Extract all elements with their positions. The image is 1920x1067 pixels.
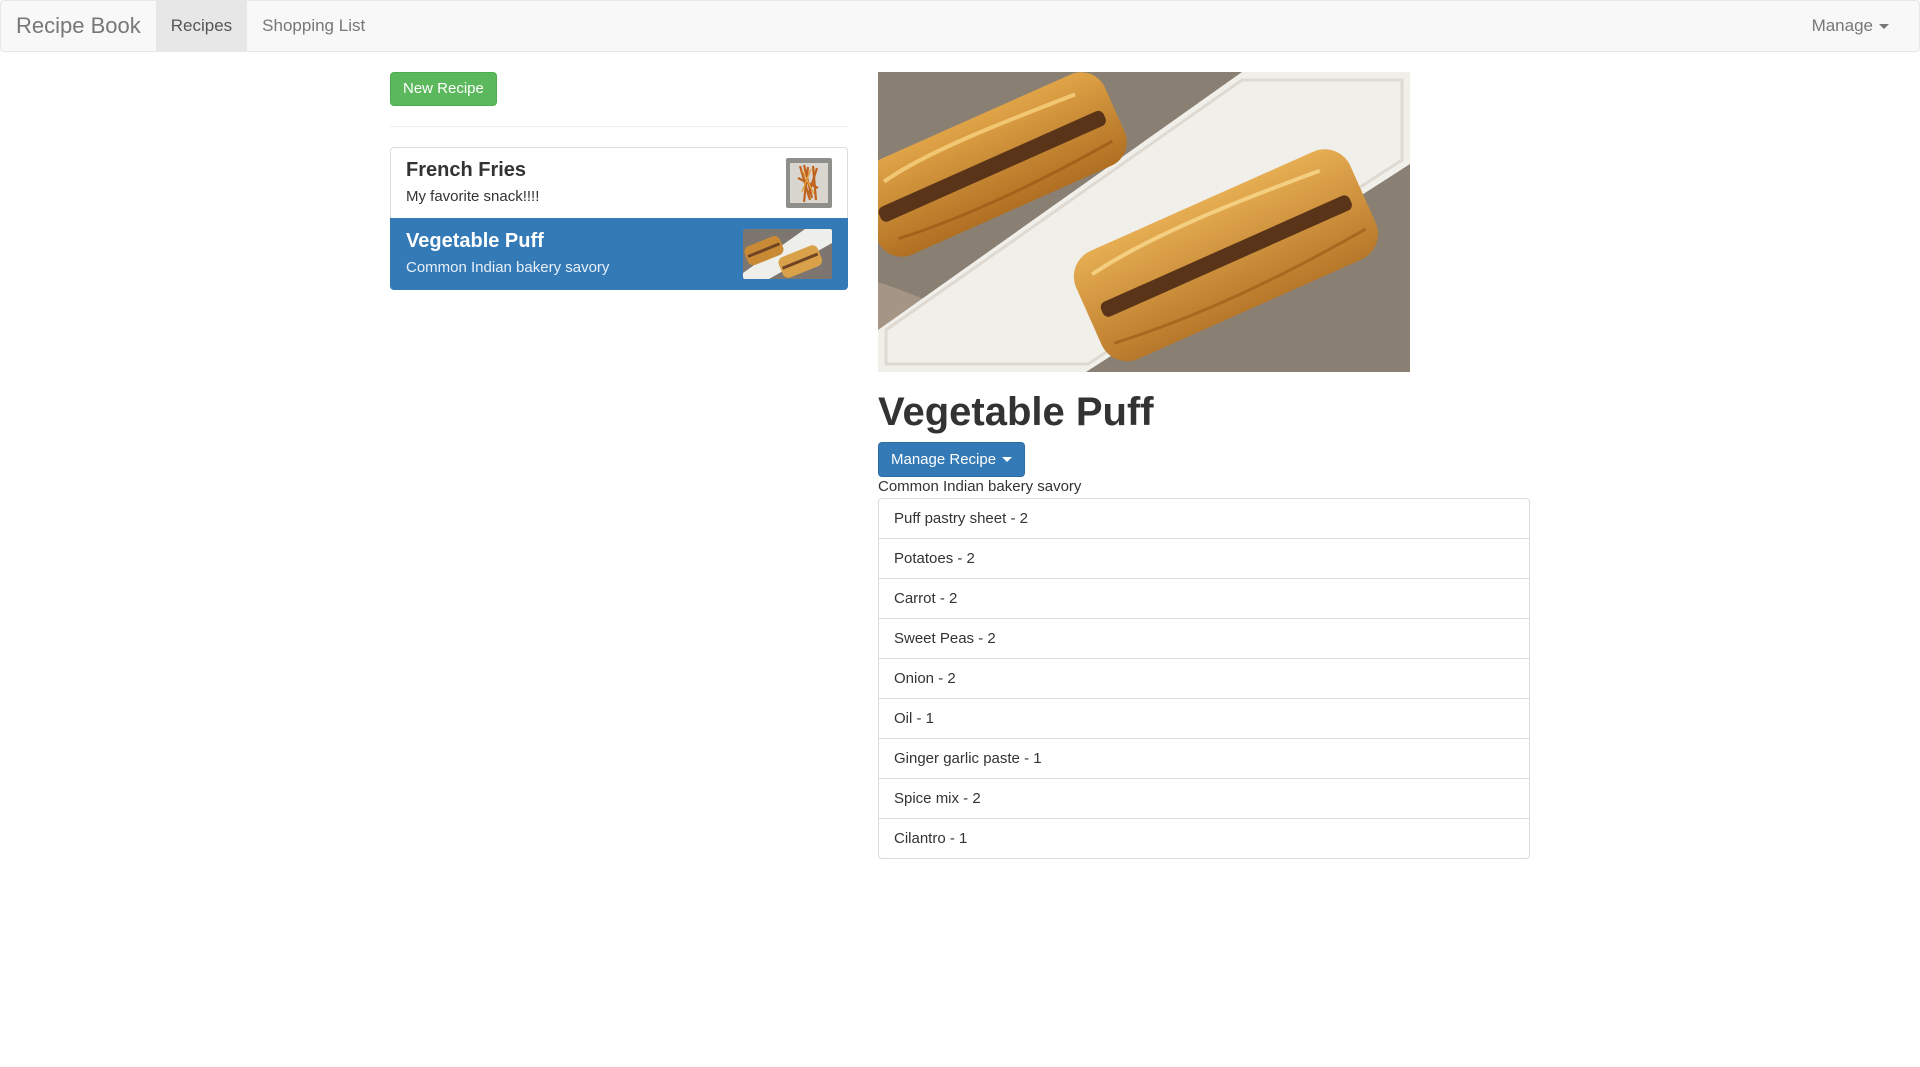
recipe-list: French Fries My favorite snack!!!! Veget… bbox=[390, 147, 848, 290]
recipe-description: My favorite snack!!!! bbox=[406, 188, 540, 205]
vegetable-puff-thumbnail bbox=[743, 229, 832, 279]
manage-recipe-button[interactable]: Manage Recipe bbox=[878, 442, 1026, 477]
top-navbar: Recipe Book Recipes Shopping List Manage bbox=[0, 0, 1920, 52]
manage-dropdown[interactable]: Manage bbox=[1797, 1, 1919, 51]
recipe-sidebar: New Recipe French Fries My favorite snac… bbox=[390, 72, 848, 290]
ingredient-item[interactable]: Onion - 2 bbox=[878, 658, 1530, 699]
ingredient-item[interactable]: Ginger garlic paste - 1 bbox=[878, 738, 1530, 779]
ingredient-list: Puff pastry sheet - 2 Potatoes - 2 Carro… bbox=[878, 498, 1530, 859]
new-recipe-button[interactable]: New Recipe bbox=[390, 72, 497, 106]
recipe-item-vegetable-puff[interactable]: Vegetable Puff Common Indian bakery savo… bbox=[390, 218, 848, 290]
sidebar-divider bbox=[390, 126, 848, 127]
nav-recipes[interactable]: Recipes bbox=[155, 1, 248, 51]
nav-shopping-list[interactable]: Shopping List bbox=[247, 1, 380, 51]
ingredient-item[interactable]: Spice mix - 2 bbox=[878, 778, 1530, 819]
recipe-description: Common Indian bakery savory bbox=[878, 478, 1082, 495]
manage-dropdown-label: Manage bbox=[1811, 16, 1873, 35]
ingredient-item[interactable]: Carrot - 2 bbox=[878, 578, 1530, 619]
ingredient-item[interactable]: Oil - 1 bbox=[878, 698, 1530, 739]
nav-spacer bbox=[380, 1, 1796, 51]
manage-recipe-label: Manage Recipe bbox=[891, 451, 997, 468]
ingredient-item[interactable]: Cilantro - 1 bbox=[878, 818, 1530, 859]
brand-link[interactable]: Recipe Book bbox=[1, 1, 156, 51]
ingredient-item[interactable]: Potatoes - 2 bbox=[878, 538, 1530, 579]
ingredient-item[interactable]: Puff pastry sheet - 2 bbox=[878, 498, 1530, 539]
caret-down-icon bbox=[1002, 457, 1013, 462]
caret-down-icon bbox=[1879, 23, 1889, 29]
ingredient-item[interactable]: Sweet Peas - 2 bbox=[878, 618, 1530, 659]
recipe-detail: Vegetable Puff Manage Recipe Common Indi… bbox=[878, 72, 1530, 859]
recipe-title: Vegetable Puff bbox=[878, 390, 1154, 434]
french-fries-thumbnail bbox=[786, 158, 832, 208]
recipe-hero-image bbox=[878, 72, 1410, 372]
recipe-name: French Fries bbox=[406, 159, 527, 181]
recipe-item-french-fries[interactable]: French Fries My favorite snack!!!! bbox=[390, 147, 848, 219]
